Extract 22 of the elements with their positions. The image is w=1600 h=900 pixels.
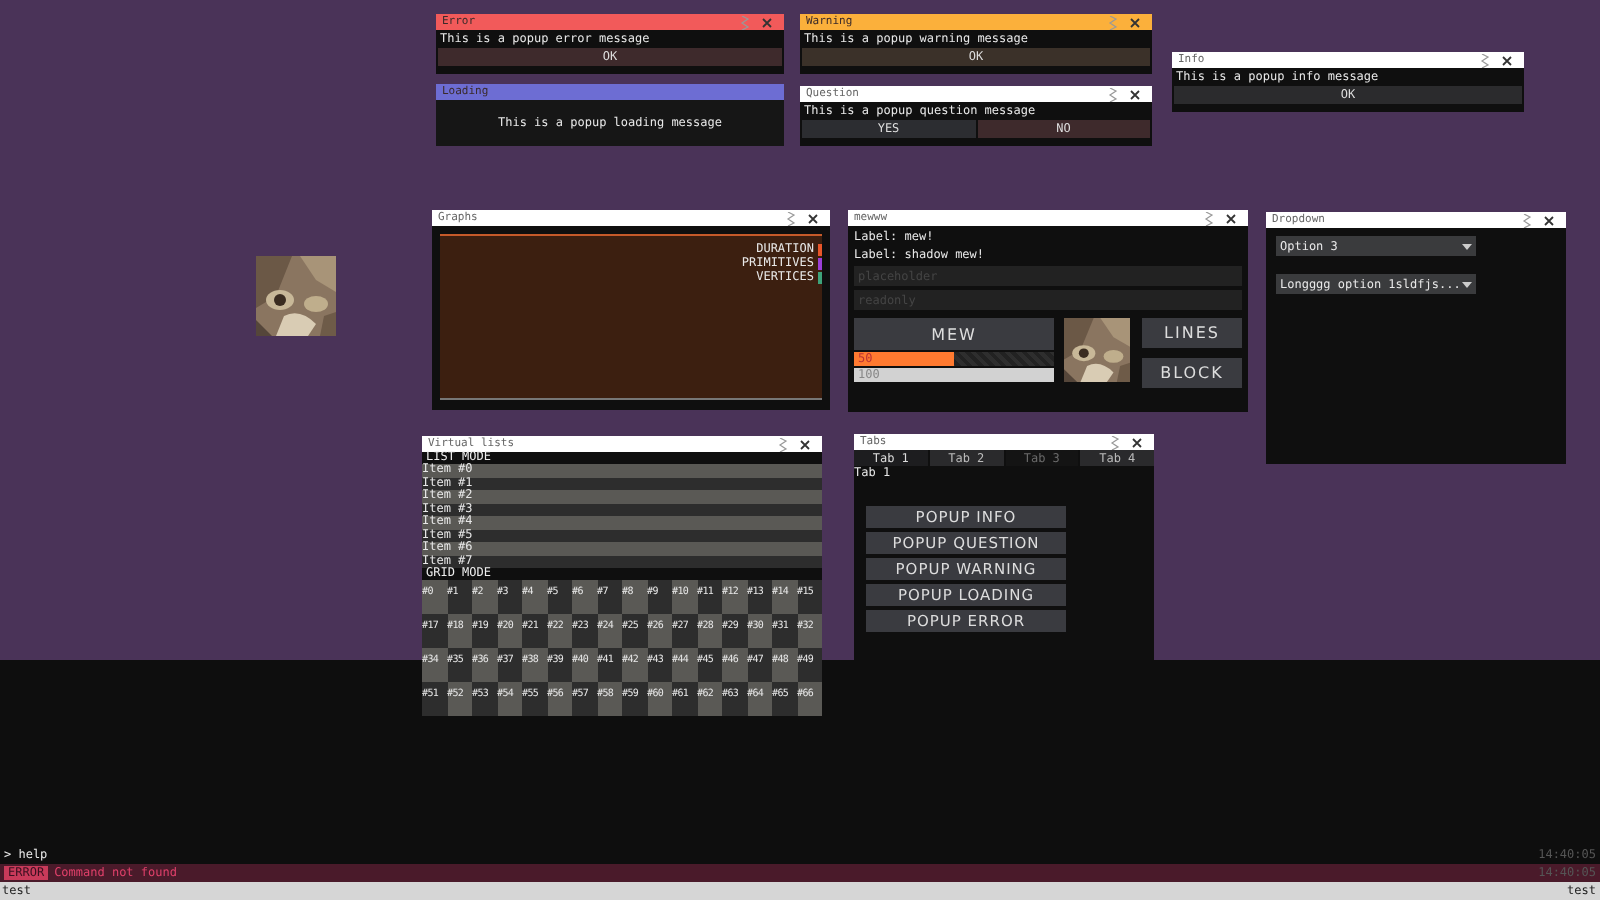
close-icon[interactable]: [1130, 89, 1140, 99]
caret-icon: [1462, 243, 1472, 249]
action-button[interactable]: LINES: [1142, 318, 1242, 348]
grip-icon[interactable]: [786, 211, 796, 225]
close-icon[interactable]: [1130, 17, 1140, 27]
caret-icon: [1462, 281, 1472, 287]
grip-icon[interactable]: [1108, 15, 1118, 29]
grip-icon[interactable]: [1110, 435, 1120, 449]
close-icon[interactable]: [1132, 437, 1142, 447]
close-icon[interactable]: [1502, 55, 1512, 65]
close-icon[interactable]: [1226, 213, 1236, 223]
grip-icon[interactable]: [1522, 213, 1532, 227]
mew-button[interactable]: MEW: [854, 318, 1054, 350]
grip-icon[interactable]: [778, 437, 788, 451]
close-icon[interactable]: [800, 439, 810, 449]
grip-icon[interactable]: [1480, 53, 1490, 67]
grip-icon[interactable]: [740, 15, 750, 29]
grip-icon[interactable]: [1108, 87, 1118, 101]
close-icon[interactable]: [1544, 215, 1554, 225]
action-button[interactable]: BLOCK: [1142, 358, 1242, 388]
close-icon[interactable]: [808, 213, 818, 223]
grip-icon[interactable]: [1204, 211, 1214, 225]
